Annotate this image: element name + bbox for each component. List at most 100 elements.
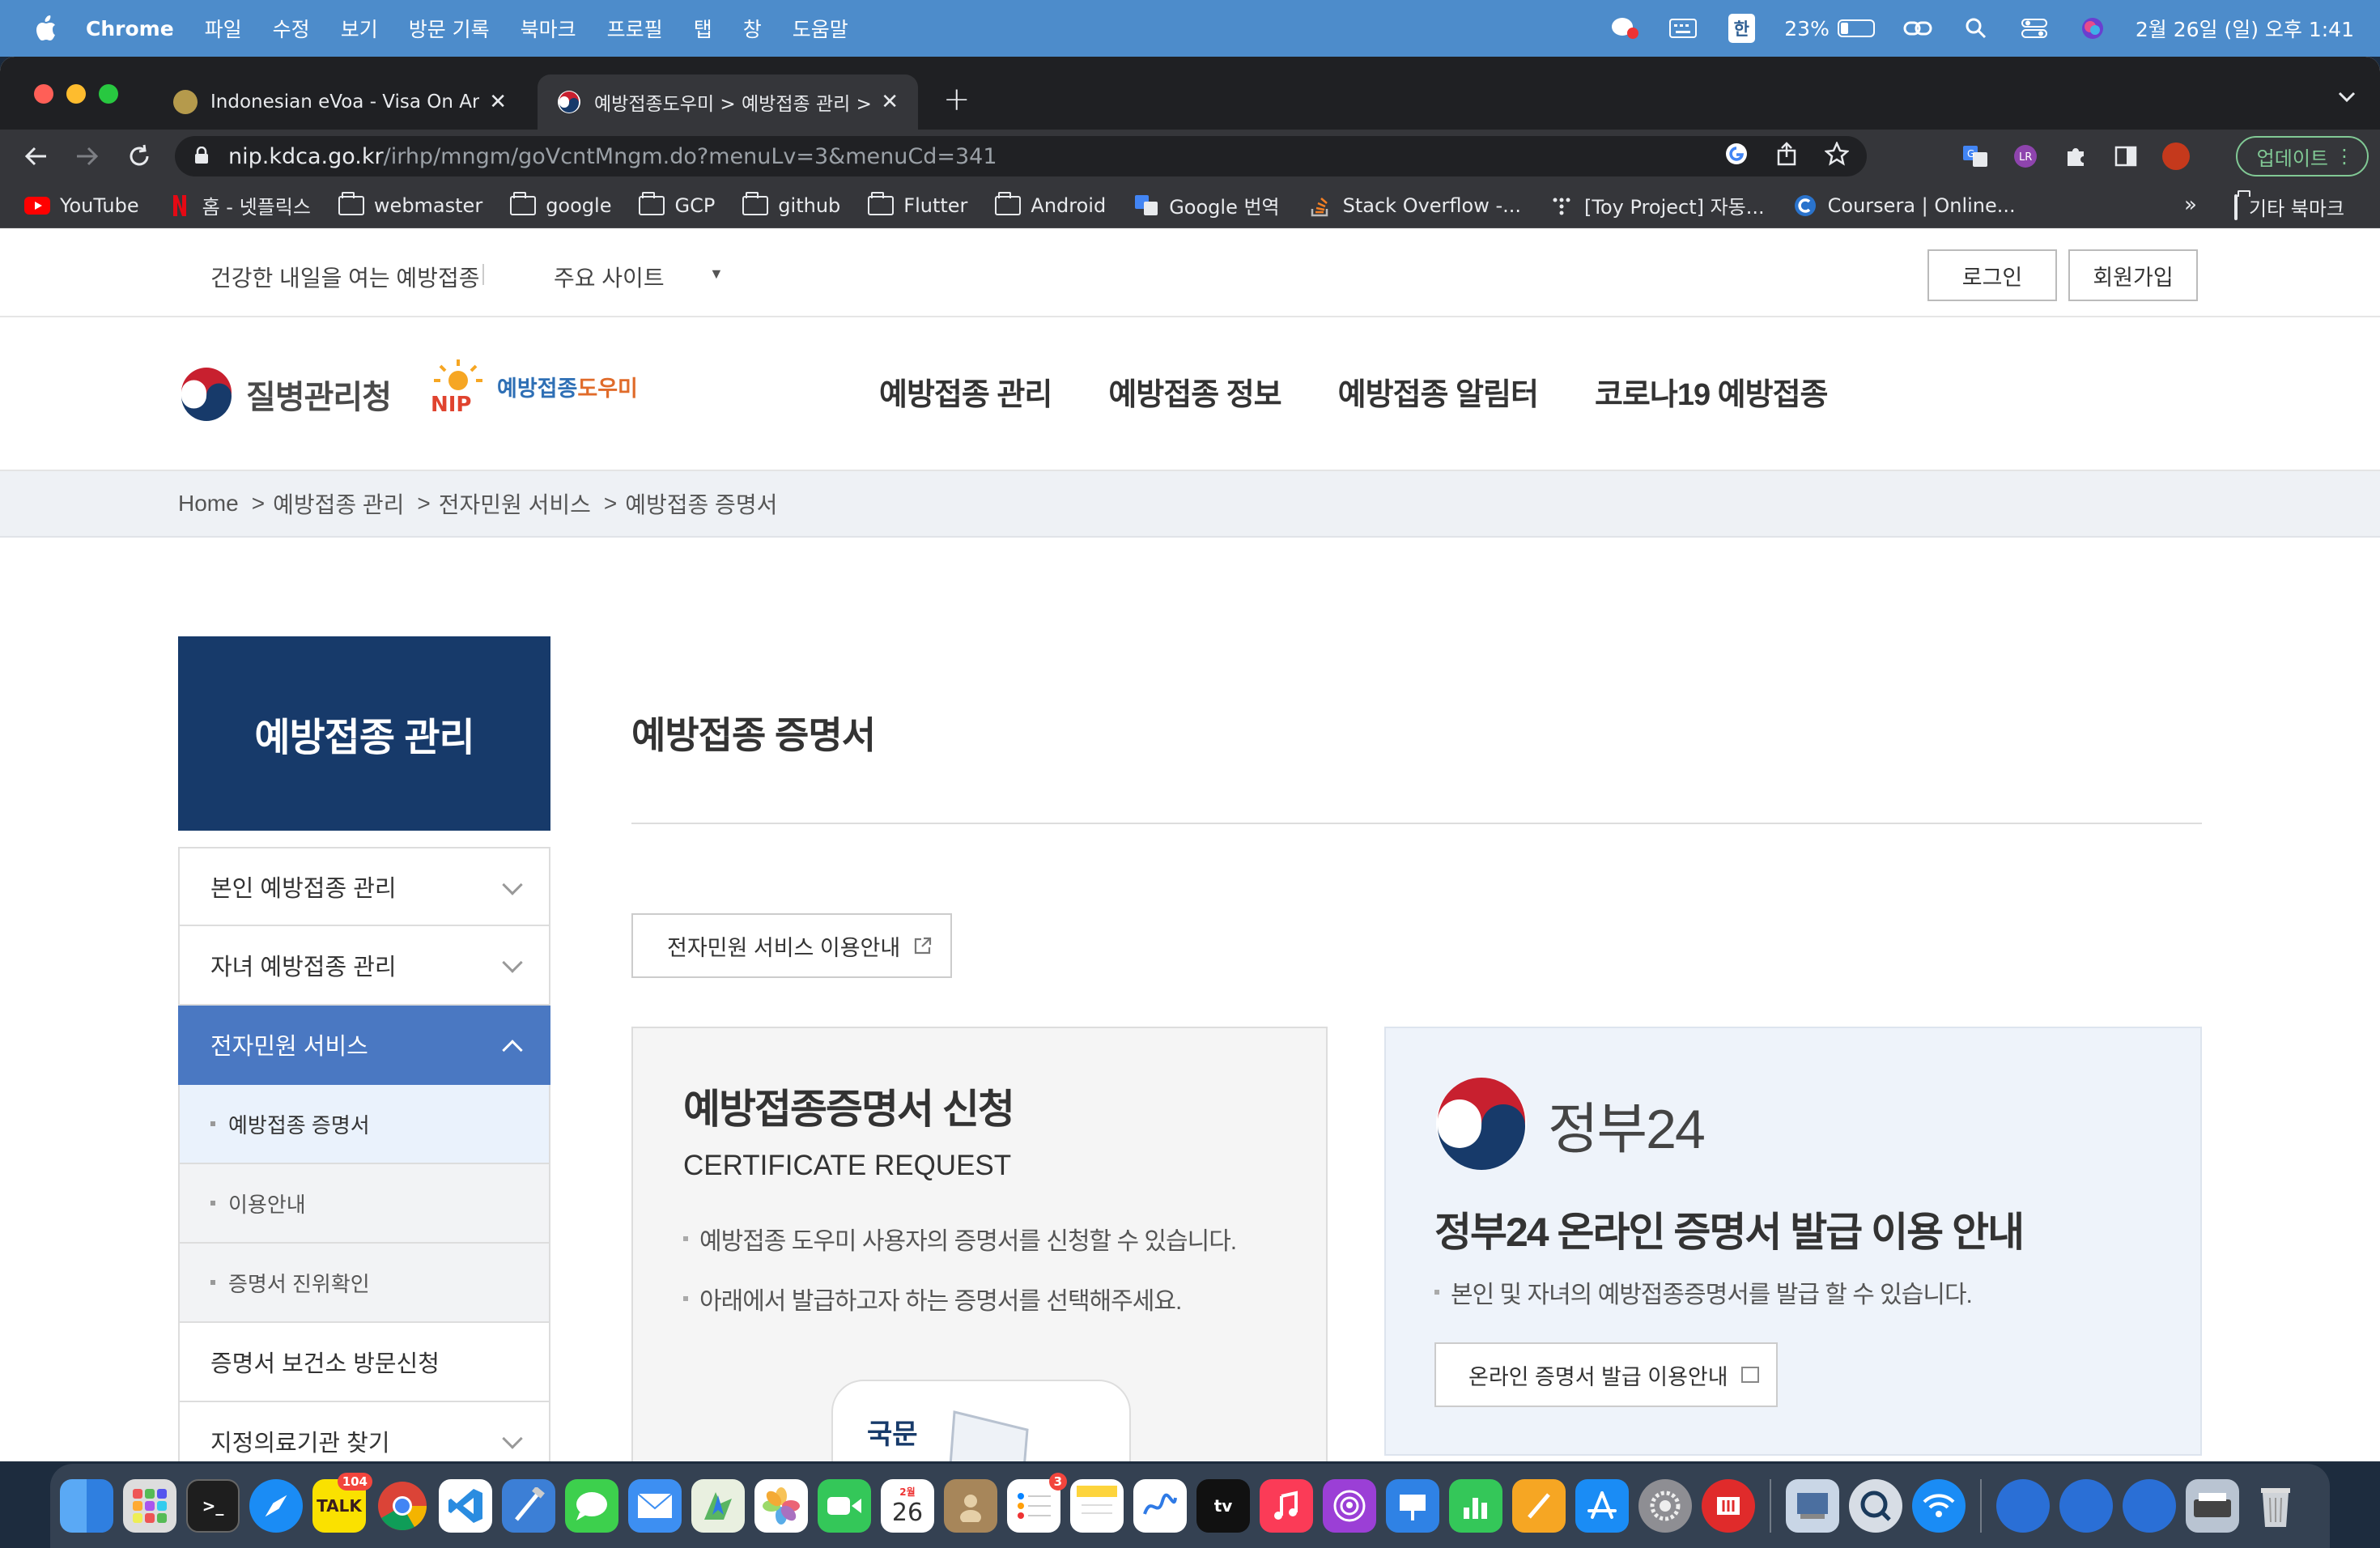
menu-history[interactable]: 방문 기록 [409, 14, 490, 43]
kakaotalk-icon[interactable]: TALK 104 [312, 1473, 372, 1533]
siri-icon[interactable] [2077, 16, 2108, 40]
google-lens-icon[interactable] [1724, 142, 1749, 172]
login-button[interactable]: 로그인 [1927, 249, 2057, 301]
apple-menu-icon[interactable] [29, 12, 62, 45]
side-subnav-usage-guide[interactable]: 이용안내 [178, 1164, 550, 1244]
photos-icon[interactable] [754, 1479, 808, 1533]
side-nav-e-civil-service[interactable]: 전자민원 서비스 [178, 1006, 550, 1085]
close-window-button[interactable] [34, 84, 53, 104]
nip-logo[interactable]: NIP 예방접종도우미 [426, 358, 638, 415]
link-icon[interactable] [1902, 16, 1933, 40]
keyboard-viewer-icon[interactable] [1668, 16, 1698, 40]
back-arrow-icon[interactable] [19, 140, 52, 172]
calendar-icon[interactable]: 2월 26 [881, 1479, 934, 1533]
scanner-icon[interactable] [2186, 1479, 2239, 1533]
gnb-vaccination-management[interactable]: 예방접종 관리 [879, 369, 1052, 414]
side-nav-child-vaccination[interactable]: 자녀 예방접종 관리 [178, 926, 550, 1006]
globe-folder-icon[interactable] [2123, 1479, 2176, 1533]
bookmark-netflix[interactable]: 홈 - 넷플릭스 [167, 191, 311, 219]
side-nav-my-vaccination[interactable]: 본인 예방접종 관리 [178, 847, 550, 926]
menu-edit[interactable]: 수정 [273, 14, 310, 43]
wifi-tool-icon[interactable] [1702, 1479, 1755, 1533]
new-tab-button[interactable]: + [943, 81, 971, 118]
pages-icon[interactable] [1512, 1479, 1566, 1533]
side-nav-health-center-visit[interactable]: 증명서 보건소 방문신청 [178, 1323, 550, 1402]
wifi-icon[interactable] [1912, 1479, 1966, 1533]
more-bookmarks-chevron[interactable]: » [2184, 193, 2197, 217]
reload-icon[interactable] [123, 140, 155, 172]
bookmark-folder-gcp[interactable]: GCP [639, 191, 715, 217]
keynote-icon[interactable] [1386, 1479, 1439, 1533]
translate-extension-icon[interactable]: G [1959, 140, 1991, 172]
system-settings-icon[interactable] [1638, 1479, 1692, 1533]
bookmark-coursera[interactable]: Coursera | Online... [1792, 194, 2016, 217]
quicktime-icon[interactable] [1849, 1479, 1902, 1533]
bookmark-star-icon[interactable] [1824, 140, 1850, 172]
main-sites-select[interactable]: 주요 사이트 [554, 261, 665, 293]
menu-tab[interactable]: 탭 [694, 14, 712, 43]
update-chrome-button[interactable]: 업데이트 ⋮ [2235, 136, 2369, 176]
spotlight-search-icon[interactable] [1961, 16, 1991, 40]
terminal-icon[interactable]: >_ [186, 1479, 240, 1533]
gnb-covid19[interactable]: 코로나19 예방접종 [1595, 369, 1829, 414]
mail-icon[interactable] [628, 1479, 682, 1533]
kdca-logo[interactable]: 질병관리청 [178, 366, 392, 423]
gnb-vaccination-notice[interactable]: 예방접종 알림터 [1338, 369, 1539, 414]
tab-nip[interactable]: 예방접종도우미 > 예방접종 관리 > 전자민원 서비스 ✕ [538, 74, 918, 130]
lock-icon[interactable] [194, 147, 209, 164]
contacts-icon[interactable] [944, 1479, 997, 1533]
vscode-icon[interactable] [439, 1479, 492, 1533]
minimize-window-button[interactable] [66, 84, 86, 104]
bookmark-folder-webmaster[interactable]: webmaster [338, 191, 482, 217]
app-name-menu[interactable]: Chrome [86, 17, 174, 40]
menu-help[interactable]: 도움말 [793, 14, 848, 43]
bookmark-folder-google[interactable]: google [510, 191, 611, 217]
finder-icon[interactable] [60, 1479, 113, 1533]
freeform-icon[interactable] [1133, 1479, 1187, 1533]
notes-icon[interactable] [1070, 1479, 1124, 1533]
maps-icon[interactable] [691, 1479, 745, 1533]
profile-avatar[interactable] [2160, 140, 2192, 172]
music-icon[interactable] [1260, 1479, 1313, 1533]
other-bookmarks-folder[interactable]: 기타 북마크 [2234, 193, 2344, 221]
side-nav-find-clinic[interactable]: 지정의료기관 찾기 [178, 1402, 550, 1461]
close-tab-icon[interactable]: ✕ [489, 90, 507, 114]
input-source-icon[interactable]: 한 [1726, 14, 1757, 43]
address-bar[interactable]: nip.kdca.go.kr/irhp/mngm/goVcntMngm.do?m… [175, 136, 1867, 176]
breadcrumb-home[interactable]: Home [178, 491, 239, 517]
preview-icon[interactable] [1786, 1479, 1839, 1533]
gnb-vaccination-info[interactable]: 예방접종 정보 [1108, 369, 1281, 414]
bookmark-folder-github[interactable]: github [742, 191, 840, 217]
forward-arrow-icon[interactable] [71, 140, 104, 172]
bookmark-toy-project[interactable]: [Toy Project] 자동... [1549, 191, 1765, 219]
breadcrumb-level-2[interactable]: 전자민원 서비스 [439, 487, 591, 520]
xcode-icon[interactable] [502, 1479, 555, 1533]
launchpad-icon[interactable] [123, 1479, 176, 1533]
chrome-icon[interactable] [376, 1479, 429, 1533]
signup-button[interactable]: 회원가입 [2068, 249, 2198, 301]
side-subnav-verify[interactable]: 증명서 진위확인 [178, 1244, 550, 1323]
globe-folder-icon[interactable] [2059, 1479, 2113, 1533]
menu-view[interactable]: 보기 [341, 14, 378, 43]
messenger-status-icon[interactable] [1609, 16, 1640, 40]
more-menu-icon[interactable]: ⋮ [2335, 145, 2354, 168]
language-reactor-icon[interactable]: LR [2009, 140, 2042, 172]
trash-icon[interactable] [2249, 1479, 2302, 1533]
online-certificate-guide-button[interactable]: 온라인 증명서 발급 이용안내 [1434, 1342, 1778, 1407]
bookmark-folder-android[interactable]: Android [995, 191, 1106, 217]
close-tab-icon[interactable]: ✕ [881, 90, 899, 114]
e-service-guide-button[interactable]: 전자민원 서비스 이용안내 [631, 913, 952, 978]
dropdown-caret-icon[interactable]: ▼ [709, 266, 724, 283]
extensions-puzzle-icon[interactable] [2059, 140, 2092, 172]
bookmark-google-translate[interactable]: Google 번역 [1133, 191, 1280, 219]
menu-profiles[interactable]: 프로필 [607, 14, 663, 43]
share-icon[interactable] [1776, 141, 1797, 172]
menu-file[interactable]: 파일 [205, 14, 242, 43]
side-panel-icon[interactable] [2110, 140, 2142, 172]
clock[interactable]: 2월 26일 (일) 오후 1:41 [2136, 14, 2354, 43]
side-subnav-certificate[interactable]: 예방접종 증명서 [178, 1085, 550, 1164]
korean-certificate-option[interactable]: 국문 [831, 1380, 1131, 1461]
menu-bookmarks[interactable]: 북마크 [521, 14, 576, 43]
reminders-icon[interactable]: 3 [1007, 1473, 1067, 1533]
numbers-icon[interactable] [1449, 1479, 1502, 1533]
